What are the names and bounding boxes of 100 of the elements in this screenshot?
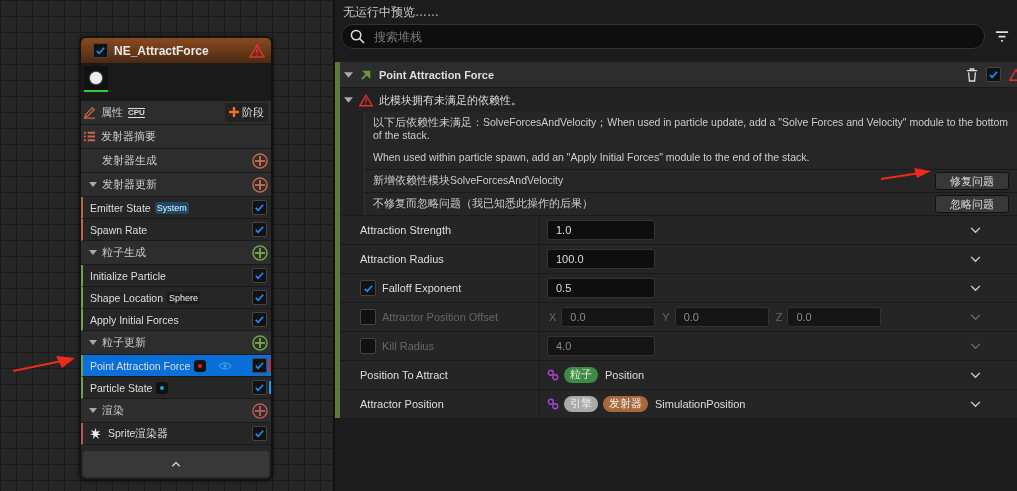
force-arrow-icon	[361, 69, 371, 80]
module-label: Emitter State	[90, 201, 151, 214]
expand-arrow-icon[interactable]	[344, 71, 353, 78]
module-item[interactable]: Shape Location Sphere	[81, 287, 271, 309]
param-checkbox[interactable]	[360, 309, 376, 325]
checkmark-icon	[988, 69, 999, 80]
fix-option: 不修复而忽略问题（我已知悉此操作的后果）	[373, 197, 593, 211]
expand-arrow-icon[interactable]	[344, 97, 353, 103]
module-checkbox[interactable]	[252, 358, 267, 373]
pencil-icon	[83, 106, 96, 119]
module-checkbox[interactable]	[252, 268, 267, 283]
add-icon[interactable]	[252, 244, 268, 261]
linked-value: Position	[605, 369, 645, 381]
param-label: Falloff Exponent	[382, 282, 462, 294]
param-checkbox[interactable]	[360, 280, 376, 296]
module-checkbox[interactable]	[252, 200, 267, 215]
issue-title: 此模块拥有未满足的依赖性。	[379, 92, 522, 108]
module-checkbox[interactable]	[252, 426, 267, 441]
param-label: Position To Attract	[360, 369, 448, 381]
status-bar-mark	[269, 381, 271, 394]
axis-label: Y	[662, 311, 670, 323]
checkmark-icon	[254, 382, 265, 393]
module-checkbox[interactable]	[252, 222, 267, 237]
expand-arrow-icon[interactable]	[89, 408, 97, 413]
module-label: Sprite渲染器	[108, 426, 169, 441]
issue-description: 以下后依赖性未满足：SolveForcesAndVelocity；When used in particle update, add a "Solve Forces and Velocity" module to the bottom of the stack.	[373, 116, 1009, 142]
module-checkbox[interactable]	[252, 312, 267, 327]
module-tag: System	[154, 201, 189, 214]
status-bar-mark	[269, 359, 271, 372]
summary-item[interactable]: 发射器摘要	[101, 129, 156, 144]
annotation-arrow	[880, 167, 932, 181]
add-icon[interactable]	[252, 334, 268, 351]
enable-checkbox[interactable]	[93, 43, 108, 58]
thumbnail-icon	[84, 66, 108, 92]
chevron-down-icon[interactable]	[970, 400, 981, 408]
value-field[interactable]: 0.0	[787, 307, 882, 327]
checkmark-icon	[254, 360, 265, 371]
checkmark-icon	[254, 270, 265, 281]
expand-arrow-icon[interactable]	[89, 340, 97, 345]
param-label: Kill Radius	[382, 340, 434, 352]
plus-icon	[229, 107, 239, 117]
checkmark-icon	[254, 314, 265, 325]
module-label: Point Attraction Force	[90, 359, 191, 372]
module-checkbox[interactable]	[252, 380, 267, 395]
preview-status: 无运行中预览……	[343, 5, 439, 19]
linked-value: SimulationPosition	[655, 398, 746, 410]
module-item[interactable]: Sprite渲染器	[81, 423, 271, 445]
checkmark-icon	[362, 282, 374, 294]
chevron-up-icon	[171, 461, 181, 467]
namespace-tag: 粒子	[564, 367, 598, 383]
checkmark-icon	[254, 292, 265, 303]
value-field[interactable]: 4.0	[547, 336, 655, 356]
param-label: Attraction Radius	[360, 253, 444, 265]
module-item[interactable]: Spawn Rate	[81, 219, 271, 241]
checkmark-icon	[95, 45, 106, 56]
param-label: Attractor Position	[360, 398, 444, 410]
module-checkbox[interactable]	[252, 290, 267, 305]
ignore-button[interactable]: 忽略问题	[935, 195, 1009, 213]
module-label: Apply Initial Forces	[90, 313, 179, 326]
chevron-down-icon[interactable]	[970, 255, 981, 263]
add-icon[interactable]	[252, 176, 268, 193]
module-item[interactable]: Point Attraction Force	[81, 355, 271, 377]
fix-button[interactable]: 修复问题	[935, 172, 1009, 190]
trash-icon[interactable]	[966, 67, 978, 82]
chevron-down-icon[interactable]	[970, 226, 981, 234]
sprite-icon	[90, 428, 101, 439]
value-field[interactable]: 1.0	[547, 220, 655, 240]
module-item[interactable]: Particle State	[81, 377, 271, 399]
module-item[interactable]: Emitter State System	[81, 197, 271, 219]
add-icon[interactable]	[252, 402, 268, 419]
checkmark-icon	[254, 202, 265, 213]
module-tag: Sphere	[167, 291, 200, 304]
node-title: NE_AttractForce	[114, 43, 210, 58]
expand-arrow-icon[interactable]	[89, 182, 97, 187]
chevron-down-icon[interactable]	[970, 371, 981, 379]
expand-arrow-icon[interactable]	[89, 250, 97, 255]
filter-icon[interactable]	[995, 31, 1009, 42]
axis-label: X	[549, 311, 557, 323]
checkmark-icon	[254, 224, 265, 235]
value-field[interactable]: 0.0	[674, 307, 769, 327]
value-field[interactable]: 100.0	[547, 249, 655, 269]
module-label: Shape Location	[90, 291, 163, 304]
module-item[interactable]: Apply Initial Forces	[81, 309, 271, 331]
warning-icon	[359, 93, 373, 107]
link-icon	[547, 398, 559, 410]
properties-label[interactable]: 属性	[101, 105, 123, 120]
value-field[interactable]: 0.5	[547, 278, 655, 298]
module-item[interactable]: Initialize Particle	[81, 265, 271, 287]
module-enable-checkbox[interactable]	[986, 67, 1001, 82]
add-stage-button[interactable]: 阶段	[225, 103, 268, 122]
search-field[interactable]: 搜索堆栈	[341, 24, 985, 49]
annotation-arrow	[12, 355, 76, 373]
chevron-down-icon[interactable]	[970, 284, 981, 292]
module-label: Particle State	[90, 381, 153, 394]
value-field[interactable]: 0.0	[561, 307, 656, 327]
namespace-tag: 引擎	[564, 396, 598, 412]
add-icon[interactable]	[252, 152, 268, 169]
module-label: Initialize Particle	[90, 269, 166, 282]
param-label: Attraction Strength	[360, 224, 452, 236]
param-checkbox[interactable]	[360, 338, 376, 354]
